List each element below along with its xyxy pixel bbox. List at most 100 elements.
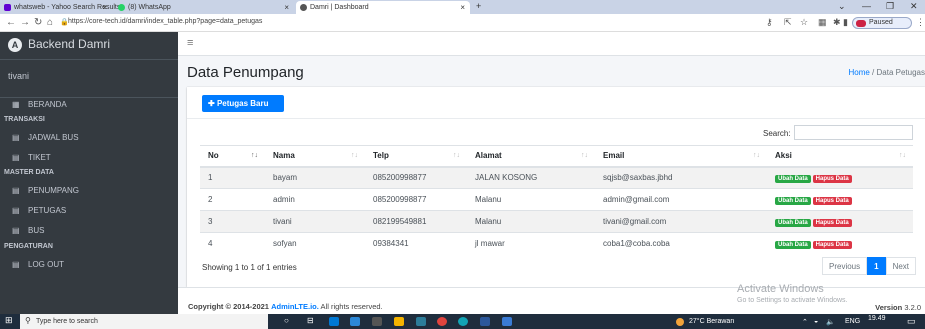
cell-aksi: Ubah Data Hapus Data bbox=[767, 188, 913, 211]
cell-alamat: Malanu bbox=[467, 210, 595, 233]
delete-button[interactable]: Hapus Data bbox=[812, 196, 852, 205]
column-header-alamat[interactable]: Alamat ↑↓ bbox=[467, 145, 595, 168]
pagination-page-1[interactable]: 1 bbox=[867, 257, 886, 275]
widgets-icon[interactable]: ⊟ bbox=[307, 316, 317, 325]
cell-nama: tivani bbox=[265, 210, 365, 233]
star-icon[interactable]: ☆ bbox=[800, 17, 808, 28]
column-header-label: Aksi bbox=[775, 151, 792, 161]
cell-aksi: Ubah Data Hapus Data bbox=[767, 166, 913, 189]
clock[interactable]: 19.49 bbox=[868, 315, 886, 322]
delete-button[interactable]: Hapus Data bbox=[812, 218, 852, 227]
sort-icon[interactable]: ↑↓ bbox=[351, 152, 358, 159]
sidebar-item-petugas[interactable]: ▤ PETUGAS bbox=[0, 202, 178, 220]
browser-tab-damri[interactable]: Damri | Dashboard × bbox=[296, 1, 470, 14]
pagination-previous[interactable]: Previous bbox=[822, 257, 868, 275]
key-icon[interactable]: ⚷ bbox=[766, 17, 773, 28]
menu-dots-icon[interactable]: ⋮ bbox=[916, 17, 925, 28]
top-navbar: ≡ bbox=[178, 32, 925, 56]
weather-icon[interactable] bbox=[676, 318, 684, 326]
sidebar-item-logout[interactable]: ▤ LOG OUT bbox=[0, 256, 178, 274]
cell-email: sqjsb@saxbas.jbhd bbox=[595, 166, 767, 189]
minimize-icon[interactable]: — bbox=[862, 1, 871, 11]
word-icon[interactable] bbox=[480, 317, 490, 326]
profile-button[interactable]: Paused bbox=[852, 17, 912, 29]
add-petugas-button[interactable]: ✚ Petugas Baru bbox=[202, 95, 284, 112]
card-divider bbox=[187, 118, 925, 119]
home-icon[interactable]: ⌂ bbox=[47, 17, 53, 28]
hamburger-menu-icon[interactable]: ≡ bbox=[187, 37, 193, 49]
column-header-telp[interactable]: Telp ↑↓ bbox=[365, 145, 467, 168]
edit-button[interactable]: Ubah Data bbox=[775, 174, 811, 183]
breadcrumb-home-link[interactable]: Home bbox=[848, 68, 869, 77]
user-name[interactable]: tivani bbox=[8, 71, 29, 81]
column-header-no[interactable]: No ↑↓ bbox=[200, 145, 265, 168]
app-icon[interactable] bbox=[416, 317, 426, 326]
file-explorer-icon[interactable] bbox=[394, 317, 404, 326]
reload-icon[interactable]: ↻ bbox=[34, 17, 42, 28]
close-window-icon[interactable]: ✕ bbox=[910, 1, 918, 12]
column-header-nama[interactable]: Nama ↑↓ bbox=[265, 145, 365, 168]
tray-chevron-icon[interactable]: ⌃ bbox=[802, 318, 808, 326]
pagination-next[interactable]: Next bbox=[885, 257, 917, 275]
search-label: Search: bbox=[763, 129, 791, 138]
url-field[interactable]: https://core-tech.id/damri/index_table.p… bbox=[68, 18, 262, 25]
plus-icon: ✚ bbox=[208, 99, 215, 108]
sort-icon[interactable]: ↑↓ bbox=[899, 152, 906, 159]
store-icon[interactable] bbox=[372, 317, 382, 326]
delete-button[interactable]: Hapus Data bbox=[812, 240, 852, 249]
sidebar-item-penumpang[interactable]: ▤ PENUMPANG bbox=[0, 182, 178, 200]
user-panel[interactable]: tivani bbox=[0, 60, 178, 98]
calendar-icon: ▤ bbox=[12, 133, 20, 142]
column-header-aksi[interactable]: Aksi ↑↓ bbox=[767, 145, 913, 168]
sidebar-item-jadwal-bus[interactable]: ▤ JADWAL BUS bbox=[0, 129, 178, 147]
browser-tab-yahoo[interactable]: whatsweb - Yahoo Search Results × bbox=[0, 1, 120, 14]
volume-icon[interactable]: 🔈 bbox=[826, 318, 835, 326]
back-icon[interactable]: ← bbox=[6, 17, 16, 28]
edit-button[interactable]: Ubah Data bbox=[775, 196, 811, 205]
windows-start-icon[interactable]: ⊞ bbox=[5, 315, 14, 325]
new-tab-button[interactable]: + bbox=[476, 1, 481, 11]
sort-asc-icon[interactable]: ↑↓ bbox=[251, 152, 258, 159]
cell-email: tivani@gmail.com bbox=[595, 210, 767, 233]
edit-button[interactable]: Ubah Data bbox=[775, 218, 811, 227]
puzzle-icon[interactable]: ✱ bbox=[833, 17, 841, 28]
photos-icon[interactable] bbox=[502, 317, 512, 326]
edit-button[interactable]: Ubah Data bbox=[775, 240, 811, 249]
forward-icon[interactable]: → bbox=[20, 17, 30, 28]
cell-telp: 082199549881 bbox=[365, 210, 467, 233]
cell-alamat: jl mawar bbox=[467, 232, 595, 255]
close-tab-icon[interactable]: × bbox=[102, 3, 107, 12]
app-icon[interactable] bbox=[458, 317, 468, 326]
sidebar-item-tiket[interactable]: ▤ TIKET bbox=[0, 149, 178, 167]
sort-icon[interactable]: ↑↓ bbox=[581, 152, 588, 159]
task-view-icon[interactable]: ○ bbox=[284, 316, 294, 325]
weather-text[interactable]: 27°C Berawan bbox=[689, 318, 734, 325]
sort-icon[interactable]: ↑↓ bbox=[753, 152, 760, 159]
sort-icon[interactable]: ↑↓ bbox=[453, 152, 460, 159]
sidebar-item-bus[interactable]: ▤ BUS bbox=[0, 222, 178, 240]
language-indicator[interactable]: ENG bbox=[845, 318, 860, 325]
column-header-email[interactable]: Email ↑↓ bbox=[595, 145, 767, 168]
sidepanel-icon[interactable]: ▮ bbox=[843, 17, 848, 28]
search-input[interactable] bbox=[794, 125, 913, 140]
notification-icon[interactable]: ▭ bbox=[907, 316, 916, 327]
chevron-down-icon[interactable]: ⌄ bbox=[838, 1, 846, 12]
taskbar-search-input[interactable]: ⚲ Type here to search bbox=[20, 314, 268, 329]
close-tab-icon[interactable]: × bbox=[284, 3, 289, 12]
browser-tab-whatsapp[interactable]: (8) WhatsApp × bbox=[114, 1, 294, 14]
sidebar-item-label: BERANDA bbox=[28, 100, 67, 109]
maximize-icon[interactable]: ❐ bbox=[886, 1, 894, 12]
brand-logo-icon: A bbox=[8, 38, 22, 52]
sidebar-item-beranda[interactable]: ▦ BERANDA bbox=[0, 96, 178, 114]
network-icon[interactable]: ◒ bbox=[814, 318, 818, 325]
brand-link[interactable]: A Backend Damri bbox=[0, 32, 178, 60]
chrome-icon[interactable] bbox=[437, 317, 447, 326]
delete-button[interactable]: Hapus Data bbox=[812, 174, 852, 183]
edge-icon[interactable] bbox=[329, 317, 339, 326]
close-tab-icon[interactable]: × bbox=[460, 3, 465, 12]
share-icon[interactable]: ⇱ bbox=[784, 17, 792, 28]
mail-icon[interactable] bbox=[350, 317, 360, 326]
adminlte-link[interactable]: AdminLTE.io. bbox=[271, 302, 319, 311]
add-button-label: Petugas Baru bbox=[216, 99, 269, 108]
extension-icon[interactable]: ▦ bbox=[818, 17, 827, 28]
